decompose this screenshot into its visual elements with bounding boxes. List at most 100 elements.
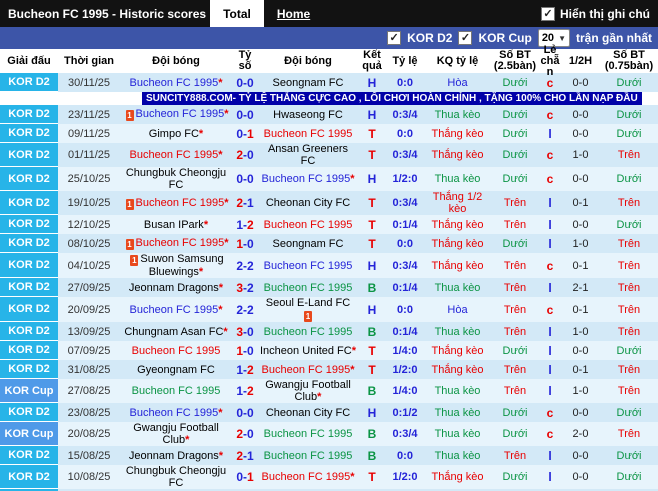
result-letter: T [368, 343, 376, 358]
star-icon: * [218, 449, 224, 462]
over-under-25: Dưới [502, 127, 528, 140]
result-letter: T [368, 148, 376, 162]
handicap-odds: 0:0 [397, 303, 413, 316]
result-letter: B [367, 324, 377, 339]
halftime-score: 0-1 [572, 303, 589, 316]
promo-banner-link[interactable]: SUNCITY888.COM- TỶ LỆ THẮNG CỰC CAO , LỐ… [142, 92, 642, 105]
halftime-score: 0-0 [572, 449, 589, 462]
odd-even-result: c [546, 405, 554, 420]
match-row: KOR D2 08/10/25 1 Bucheon FC 1995* 1-0 Seongn… [0, 234, 658, 253]
tab-home[interactable]: Home [264, 0, 323, 27]
star-icon: * [218, 281, 224, 294]
home-team-label: Jeonnam Dragons* [129, 282, 223, 294]
final-score: 2-0 [232, 422, 258, 446]
result-letter: T [368, 196, 376, 210]
away-team-cell: Cheonan City FC [258, 403, 358, 422]
match-row: KOR D2 23/08/25 Bucheon FC 1995* 0-0 Cheonan… [0, 403, 658, 422]
result-letter: T [368, 217, 376, 232]
final-score: 3-2 [232, 278, 258, 297]
odd-even-result: l [548, 126, 552, 141]
star-icon: * [350, 363, 355, 376]
match-row: KOR D2 30/11/25 Bucheon FC 1995* 0-0 Seongna… [0, 73, 658, 92]
home-team-label: Gwangju Football Club* [122, 422, 230, 446]
over-under-075: Dưới [616, 406, 642, 419]
league-badge: KOR D2 [0, 278, 58, 297]
star-icon: * [218, 303, 223, 316]
match-date: 20/08/25 [67, 428, 111, 440]
star-icon: * [203, 218, 209, 231]
home-goals: 2 [236, 196, 243, 210]
team-name: Cheonan City FC [265, 406, 351, 419]
home-team-cell: 1 Suwon Samsung Bluewings* [120, 253, 232, 278]
kor-cup-checkbox[interactable]: ✓ [458, 31, 473, 45]
away-team-label: Bucheon FC 1995 [264, 128, 353, 140]
team-name: Bucheon FC 1995 [131, 344, 221, 357]
odd-even-result: l [548, 236, 552, 251]
league-badge: KOR D2 [0, 297, 58, 322]
away-team-cell: Seoul E-Land FC 1 [258, 297, 358, 322]
league-badge: KOR D2 [0, 105, 58, 124]
match-row: KOR D2 31/08/25 Gyeongnam FC 1-2 Bucheon FC … [0, 360, 658, 379]
halftime-score: 2-1 [572, 281, 589, 294]
star-icon: * [198, 127, 204, 140]
team-name: Bucheon FC 1995 [263, 259, 353, 272]
home-team-label: Chungbuk Cheongju FC [122, 465, 230, 489]
match-row: KOR D2 27/09/25 Jeonnam Dragons* 3-2 Bucheon… [0, 278, 658, 297]
team-name: Bucheon FC 1995 [263, 449, 353, 462]
over-under-075: Dưới [616, 344, 642, 357]
odd-even-result: l [548, 470, 552, 484]
kor-cup-label: KOR Cup [478, 31, 532, 45]
match-date: 27/09/25 [67, 281, 111, 294]
home-team-cell: Bucheon FC 1995* [120, 297, 232, 322]
final-score: 0-1 [232, 465, 258, 489]
home-goals: 0 [236, 470, 243, 484]
halftime-score: 0-0 [572, 127, 589, 140]
kor-d2-checkbox[interactable]: ✓ [387, 31, 402, 45]
star-icon: * [350, 471, 355, 483]
home-goals: 3 [236, 280, 243, 295]
handicap-result: Thắng kèo [431, 363, 484, 376]
away-team-cell: Bucheon FC 1995 [258, 322, 358, 341]
away-goals: 2 [247, 384, 254, 398]
home-team-label: Gyeongnam FC [137, 364, 215, 376]
handicap-odds: 0:3/4 [392, 149, 418, 161]
match-date: 08/10/25 [67, 237, 111, 250]
odd-even-result: c [546, 75, 554, 90]
home-goals: 0 [236, 75, 243, 90]
halftime-score: 1-0 [572, 237, 589, 250]
match-date: 07/09/25 [67, 344, 111, 357]
show-notes-checkbox[interactable]: ✓ [541, 6, 555, 21]
tab-total[interactable]: Total [210, 0, 264, 27]
handicap-odds: 0:1/4 [392, 325, 418, 338]
handicap-odds: 0:3/4 [392, 259, 418, 272]
table-header: Giải đấu Thời gian Đội bóng Tỷ số Đội bó… [0, 44, 658, 77]
handicap-result: Hòa [447, 303, 468, 316]
result-letter: H [367, 172, 377, 186]
away-team-label: Bucheon FC 1995 [264, 428, 353, 440]
match-date: 09/11/25 [67, 127, 110, 140]
away-team-label: Bucheon FC 1995 [264, 282, 353, 294]
away-team-label: Bucheon FC 1995* [262, 173, 355, 185]
over-under-25: Trên [503, 218, 527, 231]
over-under-075: Dưới [616, 471, 642, 483]
home-goals: 2 [236, 302, 243, 317]
result-letter: T [368, 126, 376, 141]
handicap-odds: 0:3/4 [392, 108, 418, 121]
handicap-odds: 0:0 [397, 127, 413, 140]
over-under-25: Dưới [502, 149, 528, 161]
home-team-cell: 1 Bucheon FC 1995* [120, 191, 232, 215]
team-name: Gyeongnam FC [137, 363, 215, 376]
away-team-cell: Hwaseong FC [258, 105, 358, 124]
over-under-075: Dưới [616, 108, 642, 121]
result-letter: T [368, 236, 376, 251]
home-team-label: 1 Bucheon FC 1995* [124, 197, 228, 210]
match-date: 20/09/25 [67, 303, 111, 316]
away-team-label: Bucheon FC 1995 [264, 326, 353, 338]
promo-banner-row: SUNCITY888.COM- TỶ LỆ THẮNG CỰC CAO , LỐ… [0, 92, 658, 105]
away-goals: 1 [247, 126, 254, 141]
home-goals: 1 [236, 343, 243, 358]
halftime-score: 0-0 [572, 406, 589, 419]
away-team-cell: Ansan Greeners FC [258, 143, 358, 167]
match-row: KOR D2 25/10/25 Chungbuk Cheongju FC 0-0 Buc… [0, 167, 658, 191]
league-badge: KOR D2 [0, 341, 58, 360]
